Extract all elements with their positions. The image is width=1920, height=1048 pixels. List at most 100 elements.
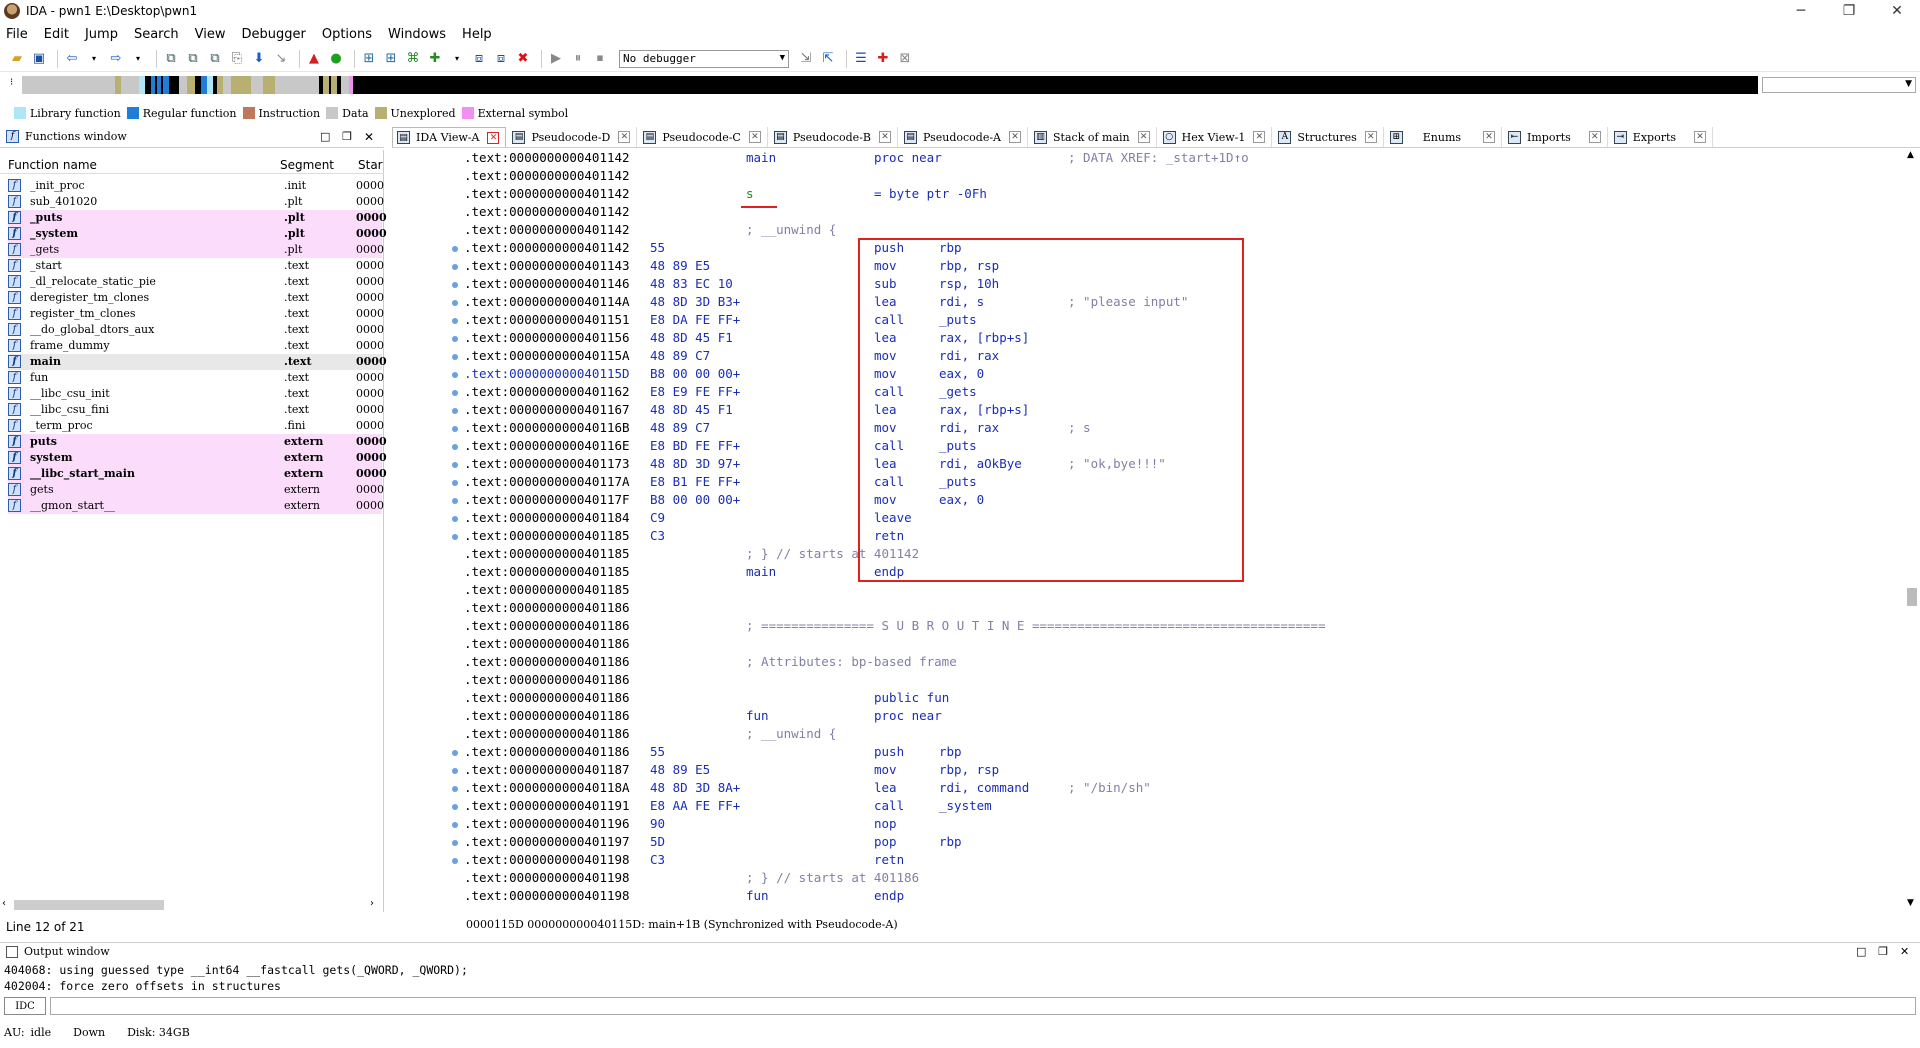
tab-pseudocode-a[interactable]: ▤ Pseudocode-A ✕	[900, 127, 1029, 147]
run-icon[interactable]: ▶	[547, 50, 565, 68]
text-search-icon[interactable]: ⧉	[184, 50, 202, 68]
disassembly-line[interactable]: .text:0000000000401186 ; =============== …	[464, 618, 1904, 636]
breakpoint-dot-icon[interactable]	[452, 768, 458, 774]
disassembly-line[interactable]: .text:0000000000401186	[464, 672, 1904, 690]
breakpoint-dot-icon[interactable]	[452, 372, 458, 378]
graph-dropdown-icon[interactable]: ▾	[448, 50, 466, 68]
scroll-down-icon[interactable]: ▼	[1907, 898, 1914, 908]
breakpoint-dot-icon[interactable]	[452, 264, 458, 270]
function-icon[interactable]: ⧈	[470, 50, 488, 68]
disassembly-line[interactable]: .text:0000000000401142 main proc near ; DAT…	[464, 150, 1904, 168]
maximize-button[interactable]: ❐	[1826, 0, 1872, 22]
add-segment-icon[interactable]: ⊞	[360, 50, 378, 68]
idc-button[interactable]: IDC	[4, 997, 46, 1015]
breakpoint-dot-icon[interactable]	[452, 246, 458, 252]
breakpoint-dot-icon[interactable]	[452, 534, 458, 540]
close-tab-icon[interactable]: ✕	[748, 131, 761, 143]
function-row[interactable]: f _gets .plt 0000	[8, 242, 384, 258]
function-row[interactable]: f _start .text 0000	[8, 258, 384, 274]
scroll-thumb[interactable]	[14, 900, 164, 910]
function-row[interactable]: f deregister_tm_clones .text 0000	[8, 290, 384, 306]
tab-hex-view-1[interactable]: ○ Hex View-1 ✕	[1159, 127, 1273, 147]
breakpoint-dot-icon[interactable]	[452, 336, 458, 342]
start-analysis-icon[interactable]: ●	[327, 50, 345, 68]
breakpoint-dot-icon[interactable]	[452, 354, 458, 360]
forward-icon[interactable]: ⇨	[107, 50, 125, 68]
disassembly-line[interactable]: .text:0000000000401186 fun proc near	[464, 708, 1904, 726]
disassembly-line[interactable]: .text:0000000000401186	[464, 600, 1904, 618]
function-row[interactable]: f fun .text 0000	[8, 370, 384, 386]
tab-imports[interactable]: ⇤ Imports ✕	[1504, 127, 1608, 147]
function-row[interactable]: f __libc_csu_init .text 0000	[8, 386, 384, 402]
close-pane-icon[interactable]: ✕	[1900, 945, 1909, 958]
breakpoint-list-icon[interactable]: ☰	[852, 50, 870, 68]
menu-file[interactable]: File	[6, 27, 28, 42]
close-tab-icon[interactable]: ✕	[1588, 131, 1601, 143]
step-over-icon[interactable]: ⇱	[819, 50, 837, 68]
disassembly-line[interactable]: .text:000000000040118A 48 8D 3D 8A+ lea rdi…	[452, 780, 1904, 798]
disassembly-line[interactable]: .text:0000000000401185	[464, 582, 1904, 600]
scroll-left-icon[interactable]: ‹	[2, 898, 6, 909]
stop-icon[interactable]: ⏹	[591, 50, 609, 68]
disassembly-line[interactable]: .text:0000000000401186	[464, 636, 1904, 654]
column-start[interactable]: Star	[358, 158, 383, 172]
function-row[interactable]: f gets extern 0000	[8, 482, 384, 498]
immediate-search-icon[interactable]: ⧉	[206, 50, 224, 68]
breakpoint-dot-icon[interactable]	[452, 300, 458, 306]
breakpoint-dot-icon[interactable]	[452, 822, 458, 828]
tab-pseudocode-c[interactable]: ▤ Pseudocode-C ✕	[639, 127, 768, 147]
disassembly-line[interactable]: .text:0000000000401198 ; } // starts at 4…	[464, 870, 1904, 888]
function-row[interactable]: f _term_proc .fini 0000	[8, 418, 384, 434]
column-segment[interactable]: Segment	[280, 158, 334, 172]
breakpoint-dot-icon[interactable]	[452, 840, 458, 846]
function-row[interactable]: f system extern 0000	[8, 450, 387, 466]
tab-stack-of-main[interactable]: ▥ Stack of main ✕	[1030, 127, 1157, 147]
disassembly-line[interactable]: .text:0000000000401142 s = byte ptr -0Fh	[464, 186, 1904, 204]
breakpoint-dot-icon[interactable]	[452, 426, 458, 432]
jump-down-icon[interactable]: ⬇	[250, 50, 268, 68]
disassembly-line[interactable]: .text:0000000000401186 public fun	[464, 690, 1904, 708]
tab-pseudocode-d[interactable]: ▤ Pseudocode-D ✕	[508, 127, 638, 147]
function-row[interactable]: f frame_dummy .text 0000	[8, 338, 384, 354]
disassembly-line[interactable]: .text:0000000000401198 fun endp	[464, 888, 1904, 906]
close-tab-icon[interactable]: ✕	[1364, 131, 1377, 143]
graph-icon[interactable]: ⌘	[404, 50, 422, 68]
function-row[interactable]: f __libc_csu_fini .text 0000	[8, 402, 384, 418]
breakpoint-dot-icon[interactable]	[452, 390, 458, 396]
disassembly-line[interactable]: .text:0000000000401198 C3 retn	[452, 852, 1904, 870]
breakpoint-dot-icon[interactable]	[452, 444, 458, 450]
disassembly-line[interactable]: .text:0000000000401186 55 push rbp	[452, 744, 1904, 762]
add-breakpoint-icon[interactable]: ✚	[874, 50, 892, 68]
tab-pseudocode-b[interactable]: ▤ Pseudocode-B ✕	[770, 127, 898, 147]
function-row[interactable]: f __do_global_dtors_aux .text 0000	[8, 322, 384, 338]
menu-jump[interactable]: Jump	[85, 27, 118, 42]
menu-edit[interactable]: Edit	[44, 27, 69, 42]
back-dropdown-icon[interactable]: ▾	[85, 50, 103, 68]
menu-windows[interactable]: Windows	[388, 27, 446, 42]
navigation-bar[interactable]	[22, 76, 1758, 94]
close-pane-icon[interactable]: ✕	[364, 130, 374, 144]
menu-options[interactable]: Options	[322, 27, 372, 42]
breakpoint-dot-icon[interactable]	[452, 408, 458, 414]
column-function-name[interactable]: Function name	[8, 158, 97, 172]
tab-ida-view-a[interactable]: ▤ IDA View-A ✕	[392, 127, 507, 147]
back-icon[interactable]: ⇦	[63, 50, 81, 68]
tab-exports[interactable]: ⇥ Exports ✕	[1610, 127, 1714, 147]
navigation-combo[interactable]: ▼	[1762, 77, 1916, 93]
disassembly-line[interactable]: .text:0000000000401142	[464, 204, 1904, 222]
close-tab-icon[interactable]: ✕	[1694, 131, 1707, 143]
tracing-icon[interactable]: ⊠	[896, 50, 914, 68]
function-row[interactable]: f _system .plt 0000	[8, 226, 387, 242]
function-row[interactable]: f _dl_relocate_static_pie .text 0000	[8, 274, 384, 290]
analyze-icon[interactable]: ▲	[305, 50, 323, 68]
forward-dropdown-icon[interactable]: ▾	[129, 50, 147, 68]
function-row[interactable]: f __gmon_start__ extern 0000	[8, 498, 384, 514]
tab-structures[interactable]: A Structures ✕	[1274, 127, 1384, 147]
menu-view[interactable]: View	[195, 27, 226, 42]
edit-segment-icon[interactable]: ⊞	[382, 50, 400, 68]
restore-pane-icon[interactable]: □	[1856, 945, 1866, 958]
function-row[interactable]: f puts extern 0000	[8, 434, 387, 450]
float-pane-icon[interactable]: ❐	[342, 130, 352, 143]
close-tab-icon[interactable]: ✕	[1253, 131, 1266, 143]
function-row[interactable]: f _puts .plt 0000	[8, 210, 387, 226]
